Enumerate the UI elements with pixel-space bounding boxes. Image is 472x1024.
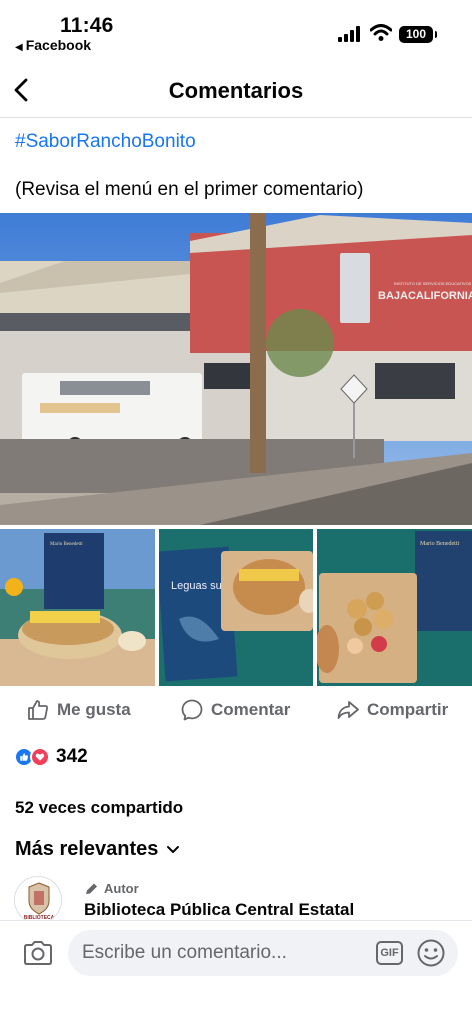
post-actions-bar: Me gusta Comentar Compartir: [0, 688, 472, 734]
building-sign-text: BAJACALIFORNIA: [378, 290, 472, 302]
pencil-icon: [86, 883, 97, 894]
comment-button[interactable]: Comentar: [180, 698, 290, 722]
building-small-text: INSTITUTO DE SERVICIOS EDUCATIVOS: [394, 281, 472, 286]
back-to-app-label: Facebook: [25, 37, 92, 53]
post-photo-grid: Mario Benedetti Leguas submarino Mario B…: [0, 529, 472, 686]
back-to-app-link[interactable]: ◀ Facebook: [15, 37, 91, 53]
post-photo-thumbnail[interactable]: Mario Benedetti: [0, 529, 155, 686]
comment-sort-label: Más relevantes: [15, 838, 159, 860]
post-main-photo[interactable]: BAJACALIFORNIA INSTITUTO DE SERVICIOS ED…: [0, 213, 472, 525]
like-button[interactable]: Me gusta: [26, 698, 131, 722]
chevron-down-icon: [167, 845, 180, 853]
share-arrow-icon: [337, 701, 359, 719]
post-photo-thumbnail[interactable]: Leguas submarino: [159, 529, 313, 686]
comment-sort-dropdown[interactable]: Más relevantes: [15, 838, 180, 861]
like-label: Me gusta: [57, 700, 131, 719]
love-reaction-icon: [30, 747, 50, 767]
share-button[interactable]: Compartir: [336, 698, 448, 722]
comment-author-name[interactable]: Biblioteca Pública Central Estatal: [84, 900, 354, 920]
thumbs-up-icon: [28, 700, 48, 720]
book1-author-text: Mario Benedetti: [50, 542, 83, 547]
post-photo-thumbnail[interactable]: Mario Benedetti: [317, 529, 472, 686]
gif-icon[interactable]: GIF: [376, 941, 403, 965]
top-nav: Comentarios: [0, 62, 472, 118]
comment-item: BIBLIOTECA Autor Biblioteca Pública Cent…: [14, 876, 472, 924]
reactions-count: 342: [56, 746, 88, 767]
share-label: Compartir: [367, 700, 449, 719]
page-title: Comentarios: [168, 78, 304, 103]
wifi-icon: [370, 24, 392, 41]
post-text: (Revisa el menú en el primer comentario): [15, 179, 364, 200]
status-time: 11:46: [60, 14, 114, 37]
book3-author-text: Mario Benedetti: [420, 541, 459, 547]
reactions-summary[interactable]: 342: [14, 746, 88, 768]
shares-count[interactable]: 52 veces compartido: [15, 798, 183, 818]
signal-icon: [338, 26, 360, 42]
battery-icon: 100: [399, 26, 437, 43]
hashtag-link[interactable]: #SaborRanchoBonito: [15, 131, 196, 153]
comment-bubble-icon: [181, 699, 203, 721]
comment-label: Comentar: [211, 700, 291, 719]
camera-icon[interactable]: [22, 939, 54, 967]
author-badge-label: Autor: [104, 881, 139, 896]
status-bar: 11:46 ◀ Facebook 100: [0, 0, 472, 60]
avatar[interactable]: BIBLIOTECA: [14, 876, 62, 924]
author-badge: Autor: [84, 881, 139, 896]
comment-composer: GIF: [0, 920, 472, 1024]
emoji-icon[interactable]: [416, 938, 446, 968]
